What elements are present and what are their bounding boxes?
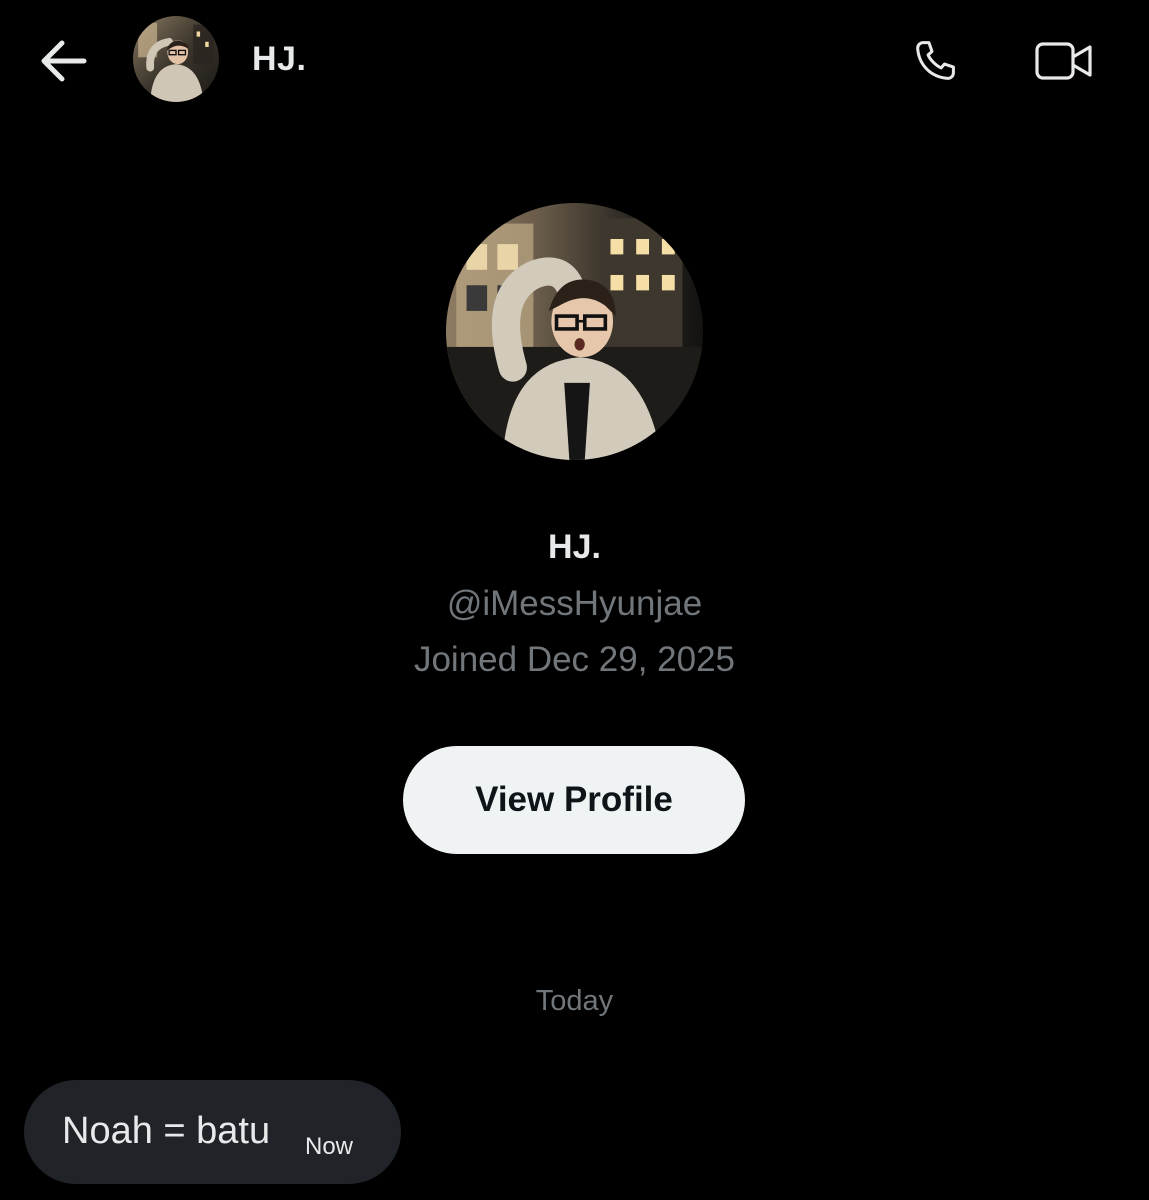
profile-avatar[interactable] bbox=[446, 203, 703, 460]
header-contact-name[interactable]: HJ. bbox=[252, 40, 306, 79]
back-button[interactable] bbox=[36, 34, 90, 88]
day-divider: Today bbox=[535, 985, 614, 1017]
video-call-button[interactable] bbox=[1030, 32, 1098, 90]
message-timestamp: Now bbox=[305, 1133, 354, 1160]
profile-name: HJ. bbox=[548, 528, 601, 566]
message-text: Noah = batu bbox=[62, 1110, 271, 1152]
message-bubble[interactable]: Noah = batu Now bbox=[24, 1080, 401, 1184]
profile-joined-date: Joined Dec 29, 2025 bbox=[413, 640, 736, 679]
arrow-left-icon bbox=[38, 39, 88, 83]
call-button[interactable] bbox=[906, 32, 964, 90]
view-profile-button[interactable]: View Profile bbox=[403, 746, 745, 854]
video-camera-icon bbox=[1034, 39, 1094, 83]
profile-handle: @iMessHyunjae bbox=[446, 584, 703, 623]
header-avatar[interactable] bbox=[133, 16, 219, 102]
phone-icon bbox=[909, 35, 961, 87]
conversation-header: HJ. bbox=[0, 0, 1149, 120]
